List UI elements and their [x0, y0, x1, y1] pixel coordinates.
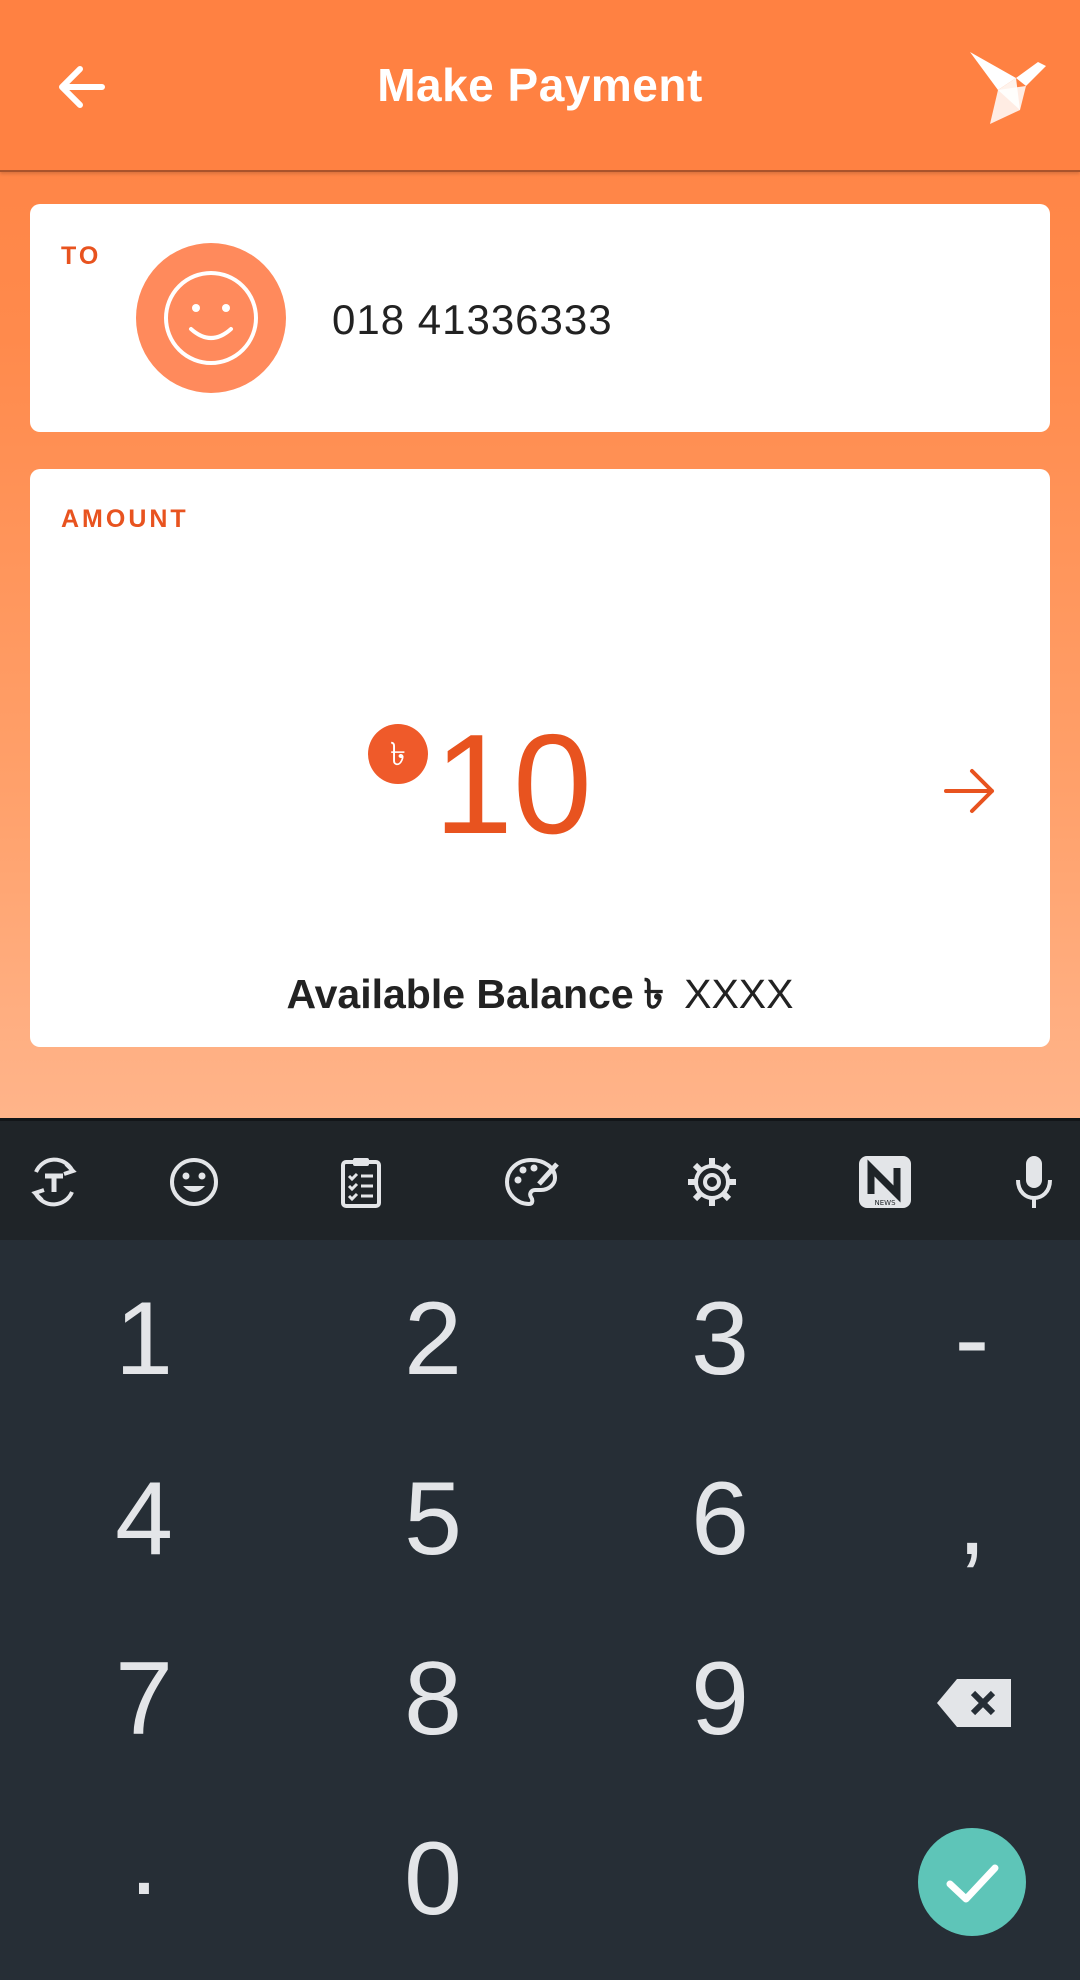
check-icon [946, 1864, 999, 1903]
key-1[interactable]: 1 [24, 1280, 264, 1440]
smiley-icon [164, 271, 258, 365]
numeric-keypad: 1 2 3 - 4 5 6 , 7 8 9 . 0 [0, 1240, 1080, 1974]
backspace-icon[interactable] [935, 1675, 1015, 1731]
key-5[interactable]: 5 [313, 1460, 553, 1620]
news-icon[interactable]: NEWS [857, 1154, 913, 1210]
microphone-icon[interactable] [1006, 1154, 1062, 1210]
key-dash[interactable]: - [852, 1280, 1080, 1440]
keyboard-toolbar: NEWS [0, 1118, 1080, 1245]
next-arrow-icon[interactable] [940, 765, 1000, 817]
avatar [136, 243, 286, 393]
key-6[interactable]: 6 [600, 1460, 840, 1620]
amount-input[interactable]: 10 [434, 714, 592, 856]
key-4[interactable]: 4 [24, 1460, 264, 1620]
clipboard-icon[interactable] [333, 1154, 389, 1210]
translate-icon[interactable] [26, 1154, 82, 1210]
done-button[interactable] [918, 1828, 1026, 1936]
key-3[interactable]: 3 [600, 1280, 840, 1440]
key-7[interactable]: 7 [24, 1640, 264, 1800]
balance-currency: ৳ [643, 971, 665, 1017]
settings-icon[interactable] [684, 1154, 740, 1210]
amount-card: AMOUNT ৳ 10 Available Balance ৳ XXXX [30, 469, 1050, 1047]
available-balance: Available Balance ৳ XXXX [30, 963, 1050, 1032]
recipient-card[interactable]: TO 018 41336333 [30, 204, 1050, 432]
key-0[interactable]: 0 [313, 1820, 553, 1980]
page-title: Make Payment [377, 59, 703, 111]
key-comma[interactable]: , [852, 1460, 1080, 1620]
bird-logo-icon [970, 52, 1046, 124]
amount-label: AMOUNT [61, 505, 189, 533]
balance-value: XXXX [684, 971, 794, 1017]
balance-label: Available Balance [286, 971, 634, 1017]
svg-text:NEWS: NEWS [874, 1199, 896, 1207]
currency-badge: ৳ [368, 724, 428, 784]
key-9[interactable]: 9 [600, 1640, 840, 1800]
key-dot[interactable]: . [24, 1800, 264, 1960]
emoji-icon[interactable] [166, 1154, 222, 1210]
recipient-phone: 018 41336333 [332, 296, 613, 343]
key-8[interactable]: 8 [313, 1640, 553, 1800]
to-label: TO [61, 242, 102, 270]
key-2[interactable]: 2 [313, 1280, 553, 1440]
palette-icon[interactable] [503, 1154, 559, 1210]
app-bar: Make Payment [0, 0, 1080, 172]
